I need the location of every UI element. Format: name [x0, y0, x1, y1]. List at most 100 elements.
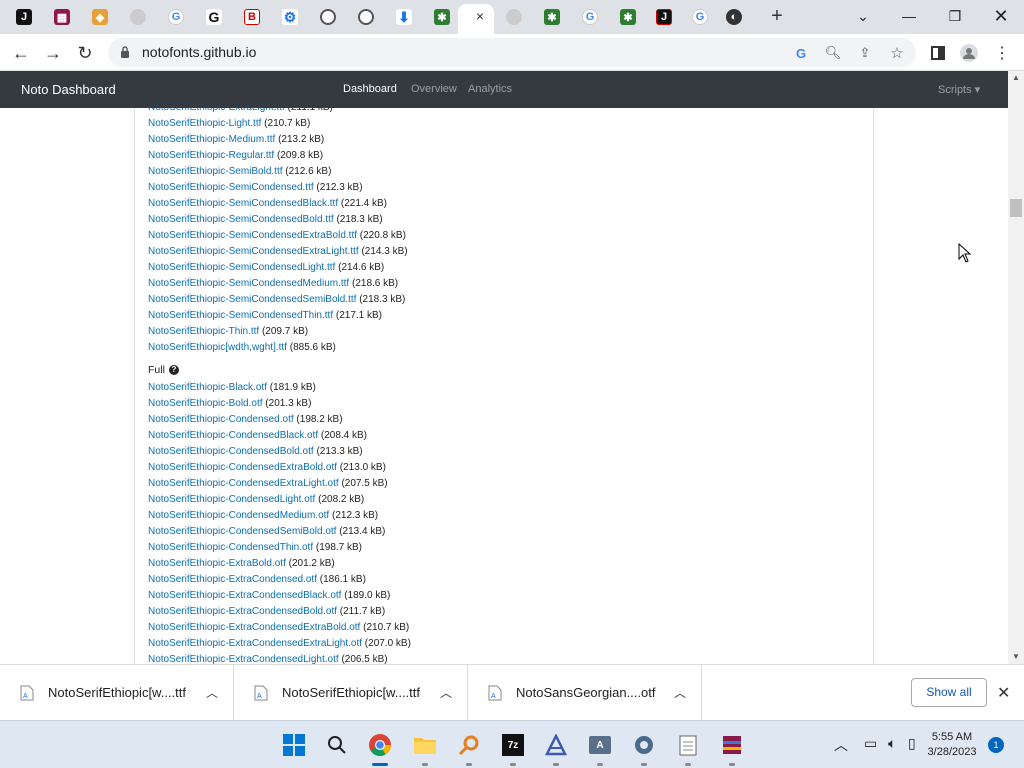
- tab-3[interactable]: ◈: [82, 4, 118, 30]
- file-download-link[interactable]: NotoSerifEthiopic-SemiCondensedSemiBold.…: [148, 294, 356, 305]
- file-download-link[interactable]: NotoSerifEthiopic-SemiCondensedBlack.ttf: [148, 198, 338, 209]
- winrar-icon[interactable]: [718, 731, 746, 759]
- show-all-button[interactable]: Show all: [911, 678, 987, 707]
- tab-18[interactable]: J: [646, 4, 682, 30]
- side-panel-icon[interactable]: [928, 43, 948, 63]
- tab-10[interactable]: [348, 4, 384, 30]
- file-download-link[interactable]: NotoSerifEthiopic-ExtraCondensedBlack.ot…: [148, 590, 341, 601]
- file-download-link[interactable]: NotoSerifEthiopic-Bold.otf: [148, 398, 263, 409]
- new-tab-button[interactable]: +: [766, 5, 788, 27]
- tab-4[interactable]: [120, 4, 156, 30]
- tab-5[interactable]: G: [158, 4, 194, 30]
- file-download-link[interactable]: NotoSerifEthiopic-Black.otf: [148, 382, 267, 393]
- font-app-icon[interactable]: [542, 731, 570, 759]
- chrome-icon[interactable]: [366, 731, 394, 759]
- file-explorer-icon[interactable]: [411, 731, 439, 759]
- file-download-link[interactable]: NotoSerifEthiopic-Condensed.otf: [148, 414, 294, 425]
- menu-kebab-icon[interactable]: ⋮: [992, 43, 1012, 63]
- file-download-link[interactable]: NotoSerifEthiopic-Light.ttf: [148, 118, 261, 129]
- download-item[interactable]: A NotoSerifEthiopic[w....ttf ︿: [234, 665, 468, 721]
- download-item[interactable]: A NotoSansGeorgian....otf ︿: [468, 665, 702, 721]
- file-download-link[interactable]: NotoSerifEthiopic-SemiCondensedThin.ttf: [148, 310, 333, 321]
- help-icon[interactable]: ?: [168, 365, 179, 375]
- file-download-link[interactable]: NotoSerifEthiopic-CondensedExtraBold.otf: [148, 462, 337, 473]
- tab-17[interactable]: ✱: [610, 4, 646, 30]
- file-download-link[interactable]: NotoSerifEthiopic[wdth,wght].ttf: [148, 342, 287, 353]
- show-hidden-icons-chevron[interactable]: ︿: [834, 735, 848, 755]
- tab-20[interactable]: ◐: [716, 4, 752, 30]
- close-window-button[interactable]: ✕: [986, 4, 1016, 28]
- tab-1[interactable]: J: [6, 4, 42, 30]
- file-download-link[interactable]: NotoSerifEthiopic-ExtraCondensed.otf: [148, 574, 317, 585]
- file-download-link[interactable]: NotoSerifEthiopic-ExtraCondensedBold.otf: [148, 606, 337, 617]
- file-download-link[interactable]: NotoSerifEthiopic-ExtraCondensedExtraBol…: [148, 622, 360, 633]
- notification-badge[interactable]: 1: [988, 737, 1004, 753]
- file-download-link[interactable]: NotoSerifEthiopic-Medium.ttf: [148, 134, 275, 145]
- file-download-link[interactable]: NotoSerifEthiopic-CondensedThin.otf: [148, 542, 313, 553]
- download-item[interactable]: A NotoSerifEthiopic[w....ttf ︿: [0, 665, 234, 721]
- chevron-up-icon[interactable]: ︿: [206, 684, 218, 701]
- file-download-link[interactable]: NotoSerifEthiopic-CondensedLight.otf: [148, 494, 315, 505]
- tab-15[interactable]: ✱: [534, 4, 570, 30]
- nav-analytics[interactable]: Analytics: [468, 83, 512, 95]
- nav-dashboard[interactable]: Dashboard: [343, 83, 397, 95]
- file-download-link[interactable]: NotoSerifEthiopic-CondensedExtraLight.ot…: [148, 478, 339, 489]
- tab-close-icon[interactable]: ×: [472, 8, 488, 24]
- file-download-link[interactable]: NotoSerifEthiopic-ExtraBold.otf: [148, 558, 286, 569]
- share-icon[interactable]: ⇪: [856, 44, 874, 62]
- chevron-up-icon[interactable]: ︿: [440, 684, 452, 701]
- file-download-link[interactable]: NotoSerifEthiopic-CondensedBlack.otf: [148, 430, 318, 441]
- file-download-link[interactable]: NotoSerifEthiopic-SemiCondensedLight.ttf: [148, 262, 335, 273]
- url-text[interactable]: notofonts.github.io: [142, 44, 256, 60]
- system-clock[interactable]: 5:55 AM 3/28/2023: [924, 730, 980, 760]
- battery-icon[interactable]: ▯: [908, 735, 916, 752]
- reload-icon[interactable]: ↻: [72, 40, 98, 66]
- file-download-link[interactable]: NotoSerifEthiopic-SemiCondensedExtraLigh…: [148, 246, 359, 257]
- tab-6[interactable]: G: [196, 4, 232, 30]
- file-download-link[interactable]: NotoSerifEthiopic-SemiBold.ttf: [148, 166, 283, 177]
- file-download-link[interactable]: NotoSerifEthiopic-SemiCondensedBold.ttf: [148, 214, 334, 225]
- tab-7[interactable]: B: [234, 4, 270, 30]
- network-icon[interactable]: ▭: [864, 735, 877, 752]
- tab-12[interactable]: ✱: [424, 4, 460, 30]
- brand-link[interactable]: Noto Dashboard: [21, 82, 116, 97]
- tab-2[interactable]: ▦: [44, 4, 80, 30]
- chevron-up-icon[interactable]: ︿: [674, 684, 686, 701]
- file-download-link[interactable]: NotoSerifEthiopic-SemiCondensed.ttf: [148, 182, 314, 193]
- file-download-link[interactable]: NotoSerifEthiopic-ExtraCondensedExtraLig…: [148, 638, 362, 649]
- tab-search-icon[interactable]: ⌄: [848, 4, 878, 28]
- google-lens-icon[interactable]: G: [792, 44, 810, 62]
- scroll-thumb[interactable]: [1010, 199, 1022, 217]
- notepad-icon[interactable]: [674, 731, 702, 759]
- back-icon[interactable]: ←: [8, 40, 34, 66]
- address-bar[interactable]: notofonts.github.io G 🔍︎ ⇪ ☆: [108, 38, 916, 67]
- settings-gear-icon[interactable]: [630, 731, 658, 759]
- font-viewer-icon[interactable]: A: [586, 731, 614, 759]
- file-download-link[interactable]: NotoSerifEthiopic-CondensedSemiBold.otf: [148, 526, 336, 537]
- nav-scripts-dropdown[interactable]: Scripts ▾: [938, 83, 980, 96]
- zoom-icon[interactable]: 🔍︎: [824, 44, 842, 62]
- file-download-link[interactable]: NotoSerifEthiopic-ExtraCondensedLight.ot…: [148, 654, 339, 664]
- bookmark-star-icon[interactable]: ☆: [888, 44, 906, 62]
- tab-11[interactable]: ⬇: [386, 4, 422, 30]
- search-icon[interactable]: [323, 731, 351, 759]
- minimize-button[interactable]: —: [894, 4, 924, 28]
- file-download-link[interactable]: NotoSerifEthiopic-Thin.ttf: [148, 326, 259, 337]
- file-download-link[interactable]: NotoSerifEthiopic-CondensedMedium.otf: [148, 510, 329, 521]
- 7zip-icon[interactable]: 7z: [499, 731, 527, 759]
- file-download-link[interactable]: NotoSerifEthiopic-SemiCondensedMedium.tt…: [148, 278, 349, 289]
- file-download-link[interactable]: NotoSerifEthiopic-SemiCondensedExtraBold…: [148, 230, 357, 241]
- tab-8[interactable]: ⚙: [272, 4, 308, 30]
- forward-icon[interactable]: →: [40, 40, 66, 66]
- windows-start-icon[interactable]: [280, 731, 308, 759]
- file-download-link[interactable]: NotoSerifEthiopic-Regular.ttf: [148, 150, 274, 161]
- file-download-link[interactable]: NotoSerifEthiopic-CondensedBold.otf: [148, 446, 314, 457]
- tab-14[interactable]: [496, 4, 532, 30]
- scroll-down-arrow[interactable]: ▼: [1008, 650, 1024, 664]
- file-download-link[interactable]: NotoSerifEthiopic-ExtraLight.ttf: [148, 108, 285, 113]
- restore-button[interactable]: ❐: [940, 4, 970, 28]
- volume-icon[interactable]: 🔈︎: [888, 735, 896, 752]
- close-download-shelf-icon[interactable]: ✕: [997, 683, 1010, 703]
- profile-avatar-icon[interactable]: [959, 43, 979, 63]
- tab-19[interactable]: G: [682, 4, 718, 30]
